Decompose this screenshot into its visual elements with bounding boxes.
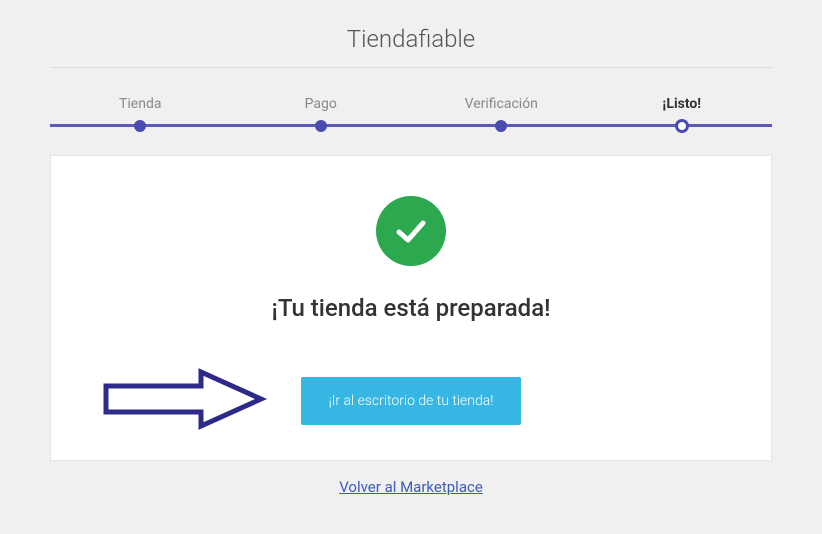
step-dot-pago <box>315 120 327 132</box>
ready-heading: ¡Tu tienda está preparada! <box>81 294 741 322</box>
step-label-pago: Pago <box>231 96 412 112</box>
success-card: ¡Tu tienda está preparada! ¡Ir al escrit… <box>50 155 772 461</box>
page-title: Tiendafiable <box>35 25 787 53</box>
arrow-icon <box>101 364 271 438</box>
back-to-marketplace-link[interactable]: Volver al Marketplace <box>339 478 483 496</box>
step-dot-tienda <box>134 120 146 132</box>
step-label-tienda: Tienda <box>50 96 231 112</box>
step-label-verificacion: Verificación <box>411 96 592 112</box>
step-dot-verificacion <box>495 120 507 132</box>
step-label-listo: ¡Listo! <box>592 96 773 112</box>
title-divider <box>50 67 772 68</box>
check-circle-icon <box>376 196 446 266</box>
go-to-dashboard-button[interactable]: ¡Ir al escritorio de tu tienda! <box>301 377 522 425</box>
stepper-track <box>50 124 772 127</box>
progress-stepper: Tienda Pago Verificación ¡Listo! <box>50 78 772 127</box>
step-dot-listo <box>675 119 689 133</box>
